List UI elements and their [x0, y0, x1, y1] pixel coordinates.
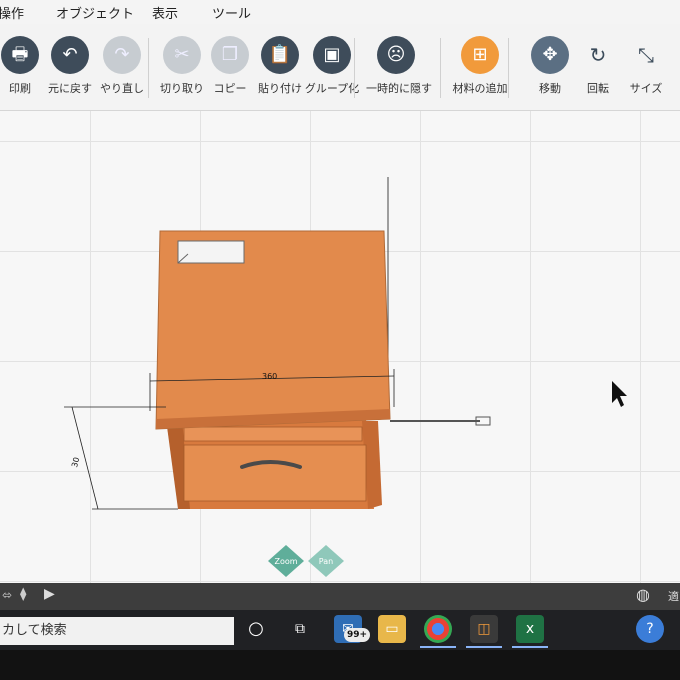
toolbar-button-8[interactable]: ⊞ 材料の追加 [450, 36, 510, 96]
mirror-icon [675, 36, 680, 74]
task-view-icon[interactable]: ⧉ [286, 615, 314, 643]
move-icon: ✥ [531, 36, 569, 74]
chrome-icon[interactable] [424, 615, 452, 643]
rotate-icon: ↻ [589, 43, 607, 67]
app-window: 操作 オブジェクト 表示 ツール 🖶 印刷 ↶ 元に戻す ↷ やり直し ✂ 切り取り ❐ コピー 📋… [0, 0, 680, 610]
menu-item-operation[interactable]: 操作 [0, 3, 24, 22]
menu-item-tools[interactable]: ツール [212, 3, 251, 22]
toolbar: 🖶 印刷 ↶ 元に戻す ↷ やり直し ✂ 切り取り ❐ コピー 📋 貼り付け ▣ グループ化 ☹ 一時的に隠す… [0, 24, 680, 111]
mouse-cursor-icon [612, 381, 627, 407]
copy-icon: ❐ [211, 36, 249, 74]
width-dimension-label: 360 [262, 372, 277, 381]
menu-item-object[interactable]: オブジェクト [56, 3, 134, 22]
cortana-icon[interactable]: ○ [242, 615, 270, 643]
drawer-front[interactable] [183, 444, 367, 502]
toolbar-button-label: やり直し [100, 82, 144, 95]
toolbar-button-1[interactable]: ↶ 元に戻す [40, 36, 100, 96]
toolbar-button-label: 一時的に隠す [366, 82, 432, 95]
toolbar-button-label: 鏡 [664, 80, 680, 96]
menu-bar: 操作 オブジェクト 表示 ツール [0, 0, 680, 24]
group-icon: ▣ [313, 36, 351, 74]
toolbar-button-6[interactable]: ▣ グループ化 [302, 36, 362, 96]
toolbar-separator [440, 38, 441, 98]
diy-app-active-indicator [466, 646, 502, 648]
menu-item-view[interactable]: 表示 [152, 3, 178, 22]
toolbar-button-label: 貼り付け [258, 82, 302, 95]
toolbar-button-7[interactable]: ☹ 一時的に隠す [366, 36, 432, 96]
zoom-control[interactable]: Zoom [268, 545, 304, 577]
file-explorer-icon[interactable]: ▭ [378, 615, 406, 643]
camera-icon[interactable]: ▶ [44, 586, 55, 602]
view-3d-icon[interactable]: ⧫ [20, 587, 26, 602]
toolbar-button-label: グループ化 [304, 82, 360, 95]
print-icon: 🖶 [1, 36, 39, 74]
taskbar-search-input[interactable]: カして検索 [0, 617, 234, 645]
help-icon[interactable]: ? [636, 615, 664, 643]
paste-icon: 📋 [261, 36, 299, 74]
drawer-rail [183, 426, 363, 442]
pan-label: Pan [319, 557, 333, 566]
model-viewport[interactable]: 360 30 Zoom Pan [0, 111, 680, 583]
excel-active-indicator [512, 646, 548, 648]
add-material-icon: ⊞ [461, 36, 499, 74]
resize-icon: ⤡ [638, 43, 654, 67]
hide-icon: ☹ [377, 36, 415, 74]
excel-icon[interactable]: x [516, 615, 544, 643]
toolbar-separator [148, 38, 149, 98]
height-dimension-label: 30 [70, 456, 81, 468]
pan-control[interactable]: Pan [308, 545, 344, 577]
toolbar-button-label: 材料の追加 [452, 82, 508, 95]
globe-icon[interactable]: ◍ [636, 585, 650, 604]
toolbar-button-12[interactable]: 鏡 [664, 36, 680, 96]
mail-badge: 99+ [344, 628, 371, 642]
undo-icon: ↶ [51, 36, 89, 74]
toolbar-button-2[interactable]: ↷ やり直し [92, 36, 152, 96]
hand-hole-cutout [177, 240, 245, 264]
toolbar-separator [354, 38, 355, 98]
redo-icon: ↷ [103, 36, 141, 74]
cut-icon: ✂ [163, 36, 201, 74]
design-canvas[interactable]: 360 30 Zoom Pan [0, 111, 680, 583]
monitor-bezel [0, 650, 680, 680]
toolbar-button-label: 元に戻す [48, 82, 92, 95]
toolbar-button-5[interactable]: 📋 貼り付け [250, 36, 310, 96]
toolbar-separator [508, 38, 509, 98]
chrome-active-indicator [420, 646, 456, 648]
diy-app-icon[interactable]: ◫ [470, 615, 498, 643]
status-bar: ⬄ ⧫ ▶ ◍ 適 [0, 583, 680, 610]
view-rotate-icon[interactable]: ⬄ [2, 588, 12, 602]
zoom-label: Zoom [274, 557, 297, 566]
status-right-text: 適 [668, 590, 679, 603]
